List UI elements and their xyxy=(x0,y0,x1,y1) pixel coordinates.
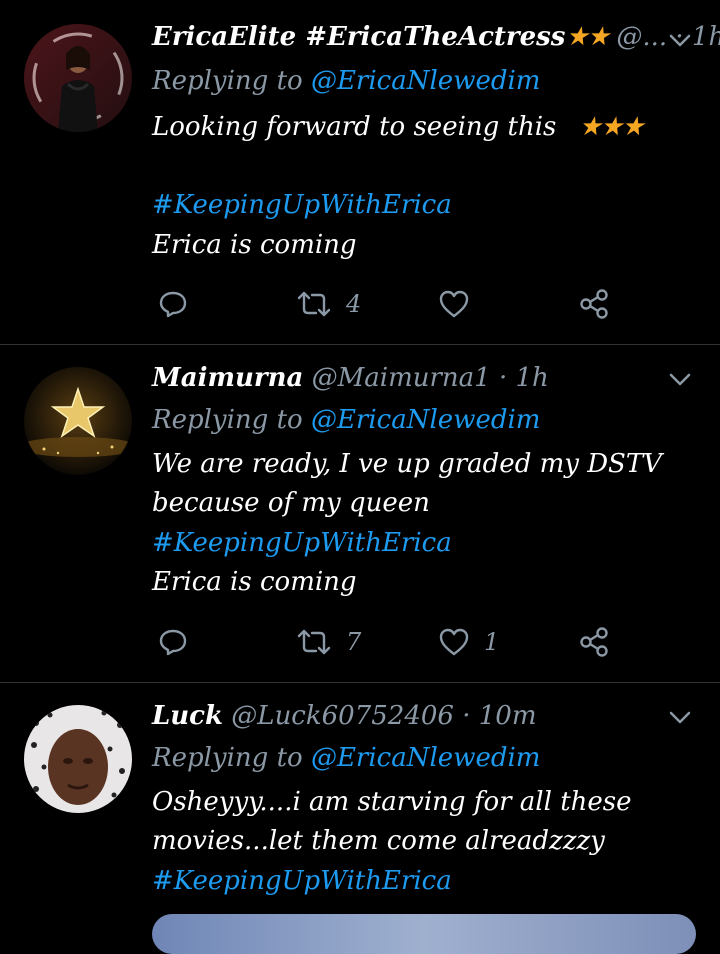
hashtag[interactable]: #KeepingUpWithErica xyxy=(152,190,452,220)
share-icon xyxy=(580,289,608,319)
hashtag[interactable]: #KeepingUpWithErica xyxy=(152,866,452,896)
reply-mention[interactable]: @EricaNlewedim xyxy=(311,405,541,435)
tweet-header: EricaElite #EricaTheActress★★ @... · 1h xyxy=(152,22,720,62)
handle[interactable]: @... xyxy=(616,22,667,52)
avatar-maimurna[interactable] xyxy=(24,367,132,475)
chevron-down-icon[interactable] xyxy=(666,703,694,731)
like-button[interactable] xyxy=(438,284,484,324)
like-count: 1 xyxy=(484,628,500,656)
tweet-text-line: We are ready, I ve up graded my DSTV xyxy=(152,449,662,479)
tweet-3[interactable]: Luck @Luck60752406 · 10m Replying to @Er… xyxy=(0,683,720,928)
display-name[interactable]: Luck xyxy=(152,701,223,731)
replying-to: Replying to @EricaNlewedim xyxy=(152,66,540,96)
share-button[interactable] xyxy=(578,622,610,662)
tweet-text-line: Looking forward to seeing this ★★★ xyxy=(152,112,645,142)
avatar-luck[interactable] xyxy=(24,705,132,813)
reply-icon xyxy=(159,629,187,656)
retweet-count: 4 xyxy=(346,290,362,318)
tweet-header: Maimurna @Maimurna1 · 1h xyxy=(152,363,700,403)
tweet-actions: 7 1 xyxy=(152,622,622,662)
timestamp[interactable]: · 10m xyxy=(462,701,536,731)
tweet-text-line: Erica is coming xyxy=(152,567,357,597)
retweet-button[interactable]: 7 xyxy=(296,622,361,662)
display-name[interactable]: Maimurna xyxy=(152,363,303,393)
replying-label: Replying to xyxy=(152,405,303,435)
avatar-ericaelite[interactable] xyxy=(24,24,132,132)
replying-label: Replying to xyxy=(152,66,303,96)
tweet-1[interactable]: EricaElite #EricaTheActress★★ @... · 1h … xyxy=(0,0,720,344)
heart-icon xyxy=(439,628,469,656)
reply-mention[interactable]: @EricaNlewedim xyxy=(311,66,541,96)
tweet-2[interactable]: Maimurna @Maimurna1 · 1h Replying to @Er… xyxy=(0,345,720,682)
retweet-count: 7 xyxy=(346,628,362,656)
media-card[interactable] xyxy=(152,914,696,954)
tweet-header: Luck @Luck60752406 · 10m xyxy=(152,701,700,741)
replying-to: Replying to @EricaNlewedim xyxy=(152,743,540,773)
handle[interactable]: @Luck60752406 xyxy=(231,701,454,731)
name-star-emoji: ★★ xyxy=(565,22,610,52)
reply-button[interactable] xyxy=(158,284,188,324)
share-icon xyxy=(580,627,608,657)
heart-icon xyxy=(439,290,469,318)
timestamp[interactable]: · 1h xyxy=(499,363,549,393)
hashtag[interactable]: #KeepingUpWithErica xyxy=(152,528,452,558)
reply-button[interactable] xyxy=(158,622,188,662)
retweet-button[interactable]: 4 xyxy=(296,284,361,324)
tweet-text-line: movies...let them come alreadzzzy xyxy=(152,826,605,856)
tweet-text-line: Erica is coming xyxy=(152,230,357,260)
handle[interactable]: @Maimurna1 xyxy=(312,363,491,393)
like-button[interactable]: 1 xyxy=(438,622,499,662)
chevron-down-icon[interactable] xyxy=(666,26,694,54)
display-name[interactable]: EricaElite #EricaTheActress xyxy=(152,22,565,52)
share-button[interactable] xyxy=(578,284,610,324)
reply-icon xyxy=(159,291,187,318)
retweet-icon xyxy=(297,291,331,317)
replying-to: Replying to @EricaNlewedim xyxy=(152,405,540,435)
text-star-emoji: ★★★ xyxy=(578,112,645,142)
replying-label: Replying to xyxy=(152,743,303,773)
tweet-text-line: Osheyyy....i am starving for all these xyxy=(152,787,632,817)
chevron-down-icon[interactable] xyxy=(666,365,694,393)
tweet-actions: 4 xyxy=(152,284,622,324)
retweet-icon xyxy=(297,629,331,655)
tweet-text-line: because of my queen xyxy=(152,488,430,518)
tweet-text: Looking forward to seeing this xyxy=(152,112,557,142)
reply-mention[interactable]: @EricaNlewedim xyxy=(311,743,541,773)
